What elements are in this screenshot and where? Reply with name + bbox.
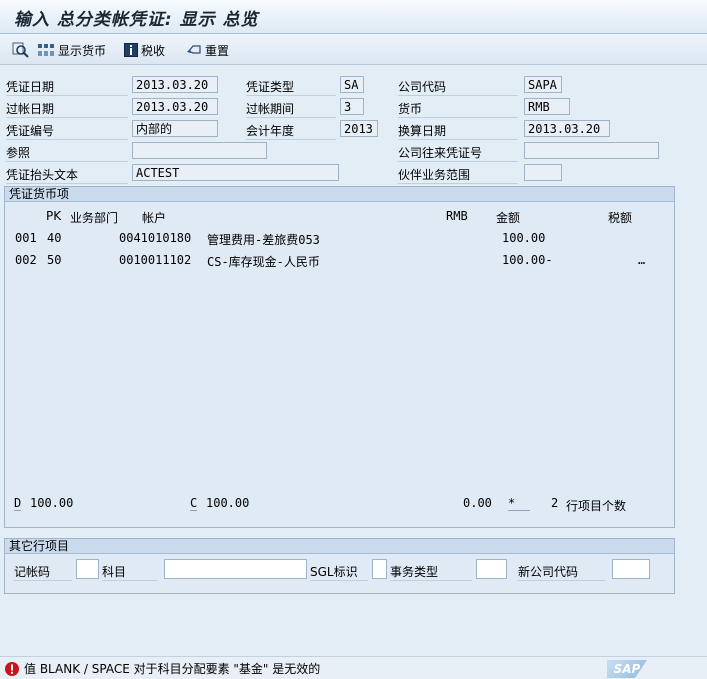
translation-date-field[interactable]: 2013.03.20 bbox=[524, 120, 610, 137]
transaction-type-label: 事务类型 bbox=[390, 563, 472, 581]
period-label: 过帐期间 bbox=[246, 100, 336, 118]
application-toolbar bbox=[0, 34, 707, 65]
company-code-field[interactable]: SAPA bbox=[524, 76, 562, 93]
magnifier-icon bbox=[12, 42, 29, 58]
posting-key-label: 记帐码 bbox=[14, 563, 72, 581]
new-company-code-label: 新公司代码 bbox=[518, 563, 606, 581]
other-items-group-title: 其它行项目 bbox=[5, 539, 674, 554]
row-amount: 100.00- bbox=[502, 253, 553, 267]
fiscal-year-field[interactable]: 2013 bbox=[340, 120, 378, 137]
items-group-title: 凭证货币项 bbox=[5, 187, 674, 202]
debit-indicator: D bbox=[14, 496, 22, 511]
credit-indicator: C bbox=[190, 496, 198, 511]
translation-date-label: 换算日期 bbox=[398, 122, 518, 140]
currency-icon bbox=[38, 44, 54, 56]
row-tax: … bbox=[638, 253, 646, 267]
col-tax: 税额 bbox=[608, 211, 633, 225]
row-number: 001 bbox=[15, 231, 37, 245]
fiscal-year-label: 会计年度 bbox=[246, 122, 336, 140]
detail-button[interactable] bbox=[12, 41, 33, 59]
balance-value: 0.00 bbox=[463, 496, 492, 510]
status-message-text: 值 BLANK / SPACE 对于科目分配要素 "基金" 是无效的 bbox=[24, 662, 321, 676]
sgl-indicator-label: SGL标识 bbox=[310, 563, 368, 581]
row-pk: 50 bbox=[47, 253, 62, 267]
posting-date-label: 过帐日期 bbox=[6, 100, 128, 118]
row-pk: 40 bbox=[47, 231, 62, 245]
col-amount: 金额 bbox=[496, 211, 521, 225]
doc-date-field[interactable]: 2013.03.20 bbox=[132, 76, 218, 93]
doc-type-label: 凭证类型 bbox=[246, 78, 336, 96]
display-currency-button[interactable]: 显示货币 bbox=[37, 41, 106, 59]
company-code-label: 公司代码 bbox=[398, 78, 518, 96]
credit-total: 100.00 bbox=[206, 496, 250, 510]
col-dept: 业务部门 bbox=[70, 211, 119, 225]
reset-icon bbox=[187, 45, 201, 54]
row-description: 管理费用-差旅费053 bbox=[207, 233, 320, 247]
col-pk: PK bbox=[46, 209, 62, 223]
intercompany-label: 公司往来凭证号 bbox=[398, 144, 518, 162]
row-account: 0010011102 bbox=[119, 253, 192, 267]
item-count: 2 bbox=[551, 496, 559, 510]
status-message[interactable]: 值 BLANK / SPACE 对于科目分配要素 "基金" 是无效的 bbox=[4, 660, 320, 677]
sgl-indicator-input[interactable] bbox=[372, 559, 387, 579]
doc-number-field[interactable]: 内部的 bbox=[132, 120, 218, 137]
trading-partner-label: 伙伴业务范围 bbox=[398, 166, 518, 184]
tax-button[interactable]: 税收 bbox=[124, 41, 165, 59]
currency-field[interactable]: RMB bbox=[524, 98, 570, 115]
header-text-field[interactable]: ACTEST bbox=[132, 164, 339, 181]
intercompany-field[interactable] bbox=[524, 142, 659, 159]
transaction-type-input[interactable] bbox=[476, 559, 507, 579]
doc-number-label: 凭证编号 bbox=[6, 122, 128, 140]
doc-date-label: 凭证日期 bbox=[6, 78, 128, 96]
row-account: 0041010180 bbox=[119, 231, 192, 245]
table-row[interactable]: 002 50 0010011102 CS-库存现金-人民币 100.00- … bbox=[10, 252, 670, 272]
period-field[interactable]: 3 bbox=[340, 98, 364, 115]
col-account: 帐户 bbox=[142, 211, 167, 225]
row-number: 002 bbox=[15, 253, 37, 267]
account-input[interactable] bbox=[164, 559, 307, 579]
display-currency-label: 显示货币 bbox=[58, 43, 107, 58]
header-text-label: 凭证抬头文本 bbox=[6, 166, 128, 184]
col-currency: RMB bbox=[446, 209, 468, 223]
new-company-code-input[interactable] bbox=[612, 559, 650, 579]
reset-label: 重置 bbox=[205, 43, 230, 58]
table-row[interactable]: 001 40 0041010180 管理费用-差旅费053 100.00 bbox=[10, 230, 670, 250]
tax-label: 税收 bbox=[141, 43, 166, 58]
reset-button[interactable]: 重置 bbox=[186, 41, 229, 59]
posting-key-input[interactable] bbox=[76, 559, 99, 579]
item-count-label: 行项目个数 bbox=[566, 499, 627, 513]
reference-field[interactable] bbox=[132, 142, 267, 159]
row-amount: 100.00 bbox=[502, 231, 546, 245]
trading-partner-field[interactable] bbox=[524, 164, 562, 181]
debit-total: 100.00 bbox=[30, 496, 74, 510]
posting-date-field[interactable]: 2013.03.20 bbox=[132, 98, 218, 115]
balance-flag: * bbox=[508, 496, 530, 511]
currency-label: 货币 bbox=[398, 100, 518, 118]
error-icon bbox=[5, 661, 19, 676]
page-title: 输入 总分类帐凭证: 显示 总览 bbox=[14, 10, 259, 30]
doc-type-field[interactable]: SA bbox=[340, 76, 364, 93]
reference-label: 参照 bbox=[6, 144, 128, 162]
row-description: CS-库存现金-人民币 bbox=[207, 255, 320, 269]
info-icon bbox=[124, 43, 138, 57]
account-label: 科目 bbox=[102, 563, 158, 581]
